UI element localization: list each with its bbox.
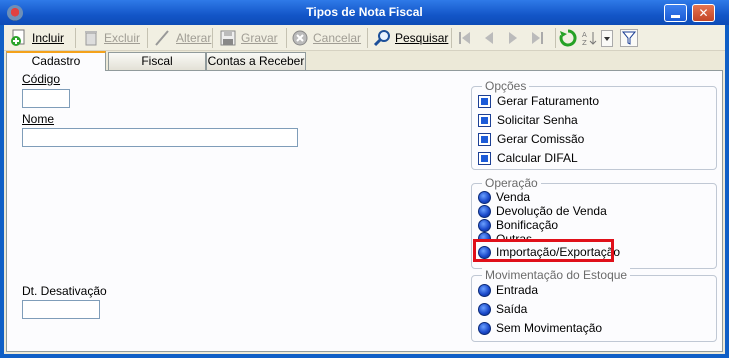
- save-icon: [219, 29, 237, 47]
- refresh-icon: [559, 29, 577, 47]
- cadastro-panel: Código Nome Dt. Desativação Opções Gerar…: [6, 70, 723, 352]
- previous-record-icon: [480, 29, 498, 47]
- codigo-label: Código: [22, 72, 61, 86]
- search-icon: [373, 29, 391, 47]
- opcoes-group: Opções Gerar Faturamento Solicitar Senha…: [471, 79, 717, 170]
- radio-bonificacao[interactable]: Bonificação: [478, 218, 558, 232]
- calcular-difal-checkbox[interactable]: Calcular DIFAL: [478, 151, 578, 165]
- first-record-button[interactable]: [456, 28, 478, 48]
- tab-fiscal[interactable]: Fiscal: [108, 52, 206, 70]
- toolbar-separator: [75, 28, 76, 48]
- operacao-legend: Operação: [482, 176, 541, 190]
- minimize-button[interactable]: [664, 4, 687, 22]
- dropdown-arrow-icon: [601, 29, 613, 47]
- toolbar: Incluir Excluir Alterar Gravar Cancelar …: [4, 25, 725, 51]
- codigo-field[interactable]: [22, 89, 70, 108]
- movimentacao-estoque-group: Movimentação do Estoque Entrada Saída Se…: [471, 268, 717, 342]
- toolbar-separator: [286, 28, 287, 48]
- svg-text:Z: Z: [582, 39, 587, 47]
- previous-record-button[interactable]: [480, 28, 502, 48]
- toolbar-separator: [212, 28, 213, 48]
- nome-label: Nome: [22, 112, 55, 126]
- solicitar-senha-checkbox[interactable]: Solicitar Senha: [478, 113, 578, 127]
- pencil-icon: [154, 29, 172, 47]
- toolbar-separator: [451, 28, 452, 48]
- next-record-button[interactable]: [504, 28, 526, 48]
- toolbar-separator: [367, 28, 368, 48]
- next-record-icon: [504, 29, 522, 47]
- checkbox-icon: [478, 94, 491, 108]
- radio-icon: [478, 283, 491, 297]
- movimentacao-legend: Movimentação do Estoque: [482, 268, 631, 282]
- trash-icon: [82, 29, 100, 47]
- checkbox-icon: [478, 132, 491, 146]
- radio-entrada[interactable]: Entrada: [478, 283, 538, 297]
- client-area: Incluir Excluir Alterar Gravar Cancelar …: [4, 25, 725, 354]
- nome-field[interactable]: [22, 128, 298, 147]
- radio-icon: [478, 302, 491, 316]
- filter-button[interactable]: [620, 28, 642, 48]
- add-icon: [10, 29, 28, 47]
- gerar-comissao-checkbox[interactable]: Gerar Comissão: [478, 132, 584, 146]
- svg-text:A: A: [582, 31, 587, 39]
- dt-desativacao-label: Dt. Desativação: [22, 284, 107, 298]
- window-title: Tipos de Nota Fiscal: [306, 5, 423, 19]
- radio-icon: [478, 218, 491, 232]
- radio-sem-movimentacao[interactable]: Sem Movimentação: [478, 321, 602, 335]
- gerar-faturamento-checkbox[interactable]: Gerar Faturamento: [478, 94, 599, 108]
- highlight-box: [473, 239, 614, 262]
- first-record-icon: [456, 29, 474, 47]
- toolbar-separator: [555, 28, 556, 48]
- checkbox-icon: [478, 151, 491, 165]
- radio-devolucao-de-venda[interactable]: Devolução de Venda: [478, 204, 607, 218]
- sort-icon: AZ: [581, 29, 599, 47]
- close-button[interactable]: ✕: [692, 4, 715, 22]
- radio-icon: [478, 190, 491, 204]
- checkbox-icon: [478, 113, 491, 127]
- radio-icon: [478, 204, 491, 218]
- pesquisar-button[interactable]: Pesquisar: [373, 28, 448, 48]
- alterar-button[interactable]: Alterar: [154, 28, 211, 48]
- radio-icon: [478, 321, 491, 335]
- last-record-icon: [528, 29, 546, 47]
- filter-icon: [620, 29, 638, 47]
- cancelar-button[interactable]: Cancelar: [291, 28, 361, 48]
- incluir-button[interactable]: Incluir: [10, 28, 64, 48]
- window: Tipos de Nota Fiscal ✕ Incluir Excluir A…: [0, 0, 729, 358]
- dt-desativacao-field[interactable]: [22, 300, 100, 319]
- sort-button[interactable]: AZ: [581, 28, 603, 48]
- title-bar: Tipos de Nota Fiscal ✕: [0, 0, 729, 25]
- last-record-button[interactable]: [528, 28, 550, 48]
- tab-cadastro[interactable]: Cadastro: [6, 51, 106, 71]
- radio-venda[interactable]: Venda: [478, 190, 530, 204]
- radio-saida[interactable]: Saída: [478, 302, 527, 316]
- gravar-button[interactable]: Gravar: [219, 28, 278, 48]
- sort-dropdown-button[interactable]: [601, 28, 617, 48]
- toolbar-separator: [147, 28, 148, 48]
- tab-contas-a-receber[interactable]: Contas a Receber: [206, 52, 306, 70]
- excluir-button[interactable]: Excluir: [82, 28, 140, 48]
- opcoes-legend: Opções: [482, 79, 530, 93]
- cancel-icon: [291, 29, 309, 47]
- refresh-button[interactable]: [559, 28, 581, 48]
